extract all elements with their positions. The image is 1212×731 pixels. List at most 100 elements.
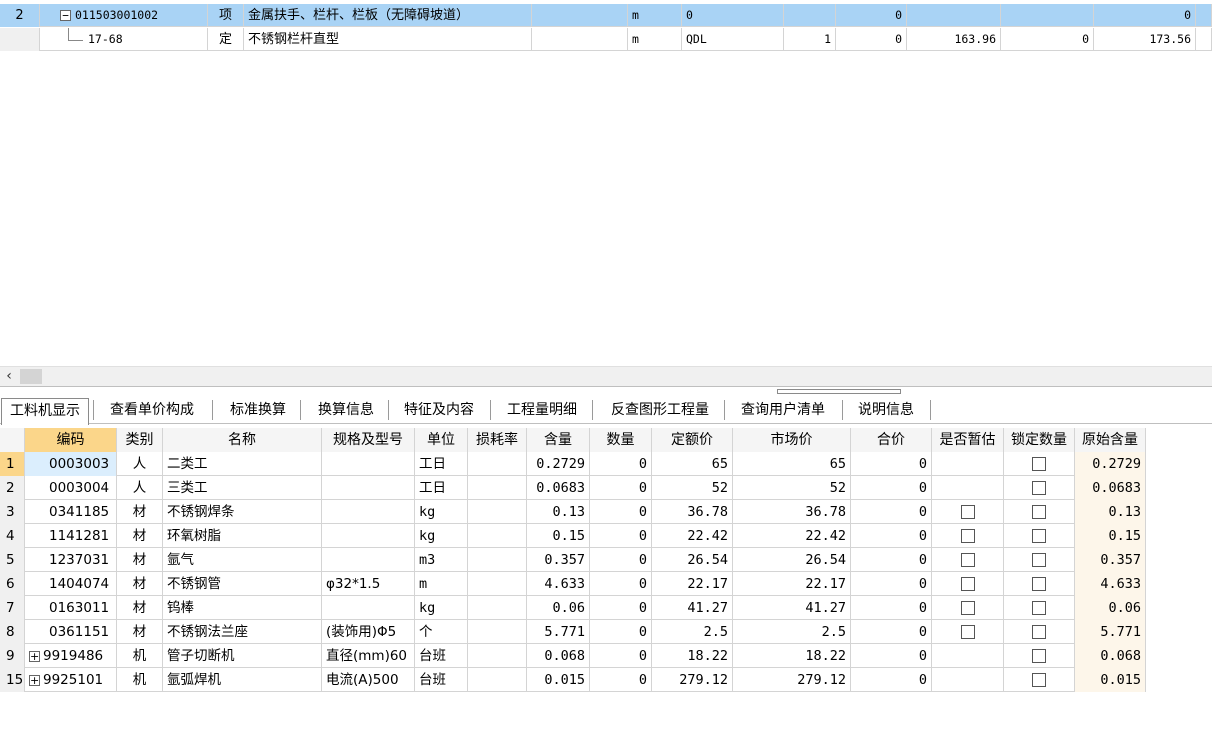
loss-rate[interactable] (468, 644, 527, 668)
splitter-grip[interactable] (777, 389, 901, 394)
scroll-left-icon[interactable]: ‹ (0, 367, 18, 387)
lock-quantity[interactable] (1004, 596, 1075, 620)
lock-checkbox[interactable] (1032, 649, 1046, 663)
resource-code[interactable]: +9925101 (25, 668, 117, 692)
resource-category[interactable]: 材 (117, 524, 163, 548)
quantity-value[interactable]: 0 (590, 596, 652, 620)
quantity-value[interactable]: 0 (590, 452, 652, 476)
content-value[interactable]: 0.13 (527, 500, 590, 524)
original-content[interactable]: 0.357 (1075, 548, 1146, 572)
resource-name[interactable]: 三类工 (163, 476, 322, 500)
lock-checkbox[interactable] (1032, 625, 1046, 639)
market-price[interactable]: 41.27 (733, 596, 851, 620)
market-price[interactable]: 65 (733, 452, 851, 476)
resource-row[interactable]: 8 0361151 材不锈钢法兰座 (装饰用)Φ5 个 5.771 0 2.5 2.5 0 5.77… (0, 620, 1146, 644)
tab-9[interactable]: 说明信息 (846, 398, 926, 422)
header-corner[interactable] (0, 428, 25, 452)
panel-splitter[interactable] (0, 386, 1212, 396)
is-estimate[interactable] (932, 500, 1004, 524)
loss-rate[interactable] (468, 476, 527, 500)
resource-row[interactable]: 5 1237031 材氩气 m3 0.357 0 26.54 26.54 0 0.357 (0, 548, 1146, 572)
loss-rate[interactable] (468, 452, 527, 476)
original-content[interactable]: 4.633 (1075, 572, 1146, 596)
quota-price[interactable]: 18.22 (652, 644, 733, 668)
resource-name[interactable]: 氩弧焊机 (163, 668, 322, 692)
lock-quantity[interactable] (1004, 548, 1075, 572)
quota-price[interactable]: 2.5 (652, 620, 733, 644)
quota-price[interactable]: 26.54 (652, 548, 733, 572)
resource-spec[interactable] (322, 452, 415, 476)
resource-category[interactable]: 人 (117, 476, 163, 500)
quota-price[interactable]: 22.42 (652, 524, 733, 548)
content-value[interactable]: 0.2729 (527, 452, 590, 476)
content-value[interactable]: 5.771 (527, 620, 590, 644)
item-code[interactable]: 17-68 (40, 28, 208, 51)
resource-code[interactable]: 0163011 (25, 596, 117, 620)
resource-unit[interactable]: m (415, 572, 468, 596)
resource-category[interactable]: 机 (117, 668, 163, 692)
resource-category[interactable]: 材 (117, 548, 163, 572)
estimate-checkbox[interactable] (960, 601, 975, 615)
header-total-price[interactable]: 合价 (851, 428, 932, 452)
item-spec[interactable] (532, 4, 628, 27)
resource-name[interactable]: 不锈钢管 (163, 572, 322, 596)
estimate-checkbox[interactable] (960, 529, 975, 543)
is-estimate[interactable] (932, 524, 1004, 548)
loss-rate[interactable] (468, 572, 527, 596)
total-price[interactable]: 0 (851, 572, 932, 596)
quota-price[interactable]: 41.27 (652, 596, 733, 620)
loss-rate[interactable] (468, 548, 527, 572)
lock-quantity[interactable] (1004, 644, 1075, 668)
header-resource-code[interactable]: 编码 (25, 428, 117, 452)
header-resource-unit[interactable]: 单位 (415, 428, 468, 452)
estimate-checkbox[interactable] (960, 553, 975, 567)
tab-4[interactable]: 换算信息 (304, 398, 388, 422)
lock-checkbox[interactable] (1032, 601, 1046, 615)
lock-quantity[interactable] (1004, 500, 1075, 524)
resource-name[interactable]: 不锈钢法兰座 (163, 620, 322, 644)
value-col-3[interactable] (1001, 4, 1094, 27)
resource-code[interactable]: 1141281 (25, 524, 117, 548)
market-price[interactable]: 22.42 (733, 524, 851, 548)
header-loss-rate[interactable]: 损耗率 (468, 428, 527, 452)
lock-checkbox[interactable] (1032, 673, 1046, 687)
trailing-cell[interactable] (1196, 4, 1212, 27)
lock-quantity[interactable] (1004, 524, 1075, 548)
row-number[interactable] (0, 28, 40, 51)
header-resource-spec[interactable]: 规格及型号 (322, 428, 415, 452)
resource-row[interactable]: 3 0341185 材不锈钢焊条 kg 0.13 0 36.78 36.78 0 0.13 (0, 500, 1146, 524)
resource-row[interactable]: 6 1404074 材不锈钢管 φ32*1.5 m 4.633 0 22.17 22.17 0 4.… (0, 572, 1146, 596)
collapse-icon[interactable]: − (60, 10, 71, 21)
expand-icon[interactable]: + (29, 674, 40, 686)
original-content[interactable]: 0.0683 (1075, 476, 1146, 500)
is-estimate[interactable] (932, 476, 1004, 500)
market-price[interactable]: 26.54 (733, 548, 851, 572)
resource-spec[interactable]: φ32*1.5 (322, 572, 415, 596)
lock-checkbox[interactable] (1032, 505, 1046, 519)
market-price[interactable]: 36.78 (733, 500, 851, 524)
market-price[interactable]: 279.12 (733, 668, 851, 692)
header-lock-quantity[interactable]: 锁定数量 (1004, 428, 1075, 452)
resource-category[interactable]: 机 (117, 644, 163, 668)
resource-row[interactable]: 1 0003003 人二类工 工日 0.2729 0 65 65 0 0.2729 (0, 452, 1146, 476)
resource-spec[interactable] (322, 548, 415, 572)
market-price[interactable]: 2.5 (733, 620, 851, 644)
resource-unit[interactable]: m3 (415, 548, 468, 572)
resource-code[interactable]: 0003004 (25, 476, 117, 500)
row-number[interactable]: 2 (0, 4, 40, 27)
market-price[interactable]: 52 (733, 476, 851, 500)
market-price[interactable]: 22.17 (733, 572, 851, 596)
item-type[interactable]: 项 (208, 4, 244, 27)
resource-category[interactable]: 材 (117, 500, 163, 524)
header-quota-price[interactable]: 定额价 (652, 428, 733, 452)
content-value[interactable]: 0.0683 (527, 476, 590, 500)
market-price[interactable]: 18.22 (733, 644, 851, 668)
original-content[interactable]: 0.06 (1075, 596, 1146, 620)
resource-unit[interactable]: 台班 (415, 668, 468, 692)
item-unit[interactable]: m (628, 4, 682, 27)
content-value[interactable]: 0.357 (527, 548, 590, 572)
quantity-expression[interactable]: 0 (682, 4, 784, 27)
resource-spec[interactable] (322, 596, 415, 620)
estimate-checkbox[interactable] (960, 625, 975, 639)
lock-quantity[interactable] (1004, 452, 1075, 476)
